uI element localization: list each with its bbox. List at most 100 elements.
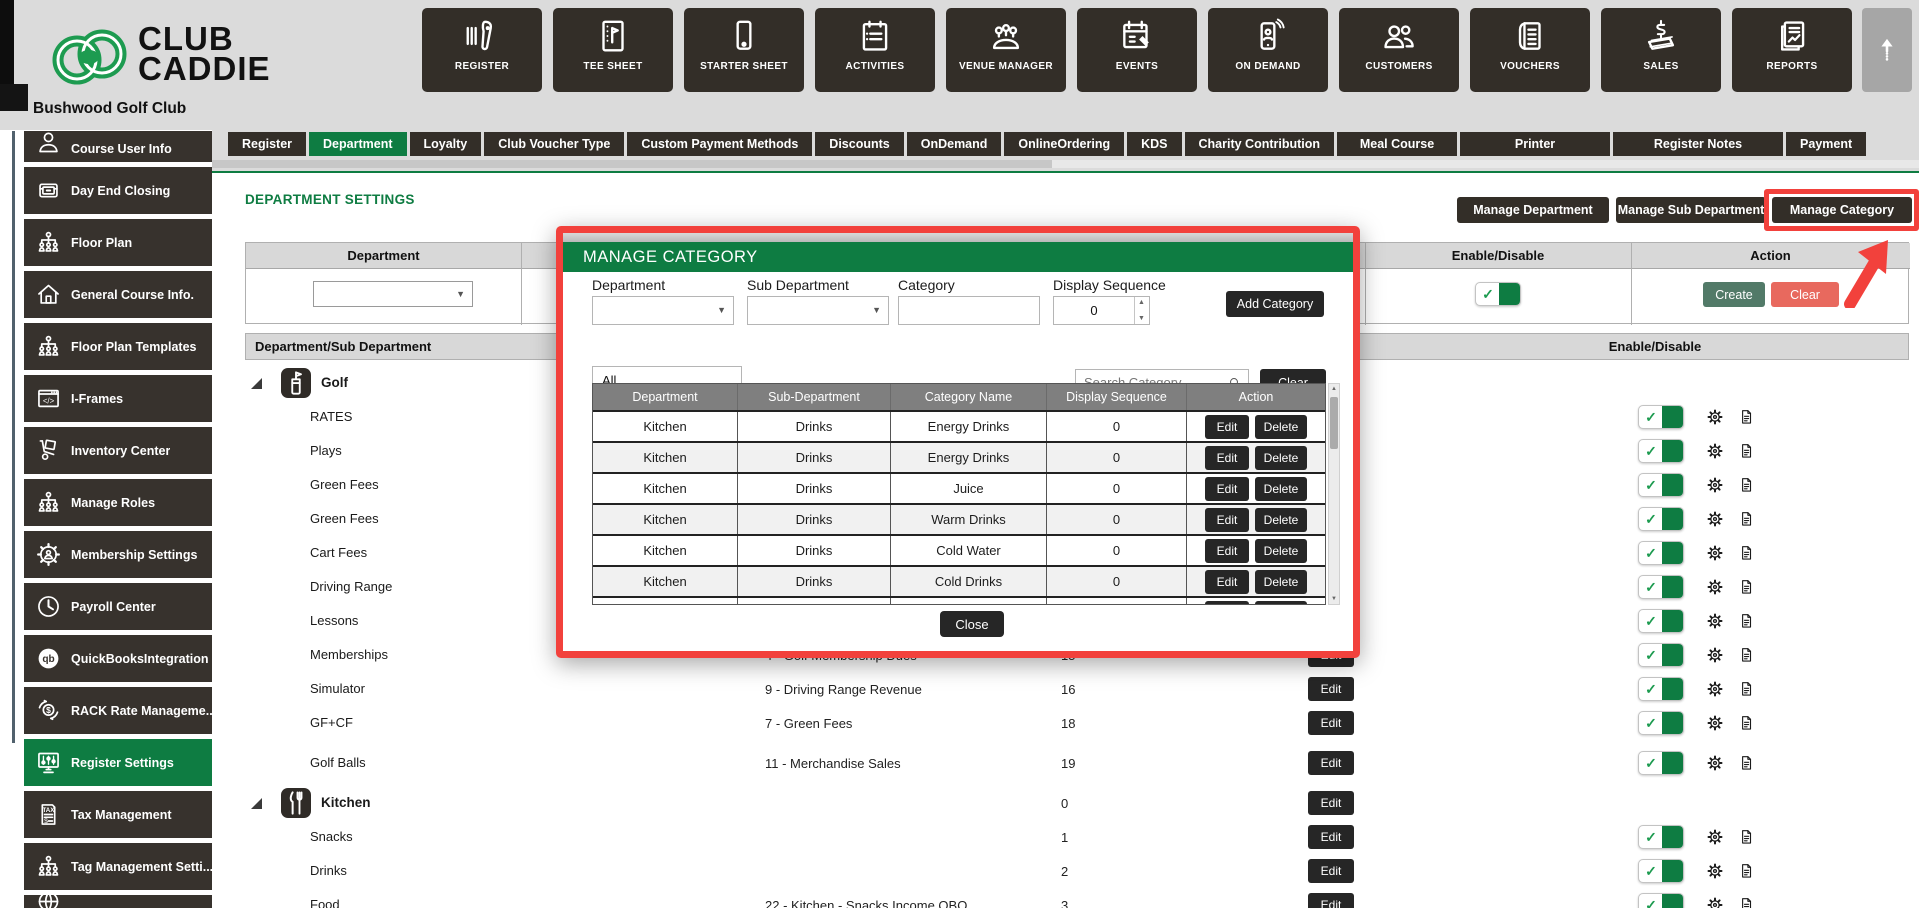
sidebar-item[interactable]: $ RACK Rate Manageme...: [24, 687, 212, 734]
sidebar-item[interactable]: Membership Settings: [24, 531, 212, 578]
settings-tab[interactable]: Department: [309, 132, 407, 156]
gear-icon[interactable]: [1705, 407, 1725, 427]
gear-icon[interactable]: [1705, 509, 1725, 529]
toolbar-button[interactable]: REPORTS: [1732, 8, 1852, 92]
display-sequence-stepper[interactable]: 0 ▲ ▼: [1053, 296, 1150, 325]
enable-toggle[interactable]: ✓: [1638, 405, 1684, 429]
edit-button[interactable]: Edit: [1205, 600, 1249, 604]
tree-item-label[interactable]: GF+CF: [310, 715, 353, 730]
table-scrollbar[interactable]: ▲ ▼: [1328, 383, 1340, 605]
gear-icon[interactable]: [1705, 679, 1725, 699]
enable-toggle[interactable]: ✓: [1638, 751, 1684, 775]
settings-tab[interactable]: Loyalty: [409, 132, 482, 156]
edit-button[interactable]: Edit: [1308, 711, 1354, 735]
sidebar-item[interactable]: </> I-Frames: [24, 375, 212, 422]
department-select[interactable]: ▼: [313, 281, 473, 307]
settings-tab[interactable]: Payment: [1786, 132, 1867, 156]
copy-page-icon[interactable]: [1737, 544, 1755, 562]
settings-tab[interactable]: Register: [228, 132, 307, 156]
edit-button[interactable]: Edit: [1308, 751, 1354, 775]
settings-tab[interactable]: Printer: [1460, 132, 1611, 156]
toolbar-button[interactable]: VOUCHERS: [1470, 8, 1590, 92]
enable-toggle[interactable]: ✓: [1638, 575, 1684, 599]
tree-item-label[interactable]: Simulator: [310, 681, 365, 696]
modal-sub-department-select[interactable]: ▼: [747, 296, 889, 325]
delete-button[interactable]: Delete: [1255, 600, 1307, 604]
edit-button[interactable]: Edit: [1308, 825, 1354, 849]
copy-page-icon[interactable]: [1737, 578, 1755, 596]
copy-page-icon[interactable]: [1737, 896, 1755, 908]
delete-button[interactable]: Delete: [1255, 445, 1307, 470]
sidebar-item[interactable]: Course User Info: [24, 131, 212, 162]
gear-icon[interactable]: [1705, 611, 1725, 631]
gear-icon[interactable]: [1705, 543, 1725, 563]
scroll-up-icon[interactable]: ▲: [1329, 386, 1339, 392]
copy-page-icon[interactable]: [1737, 828, 1755, 846]
modal-department-select[interactable]: ▼: [592, 296, 734, 325]
delete-button[interactable]: Delete: [1255, 569, 1307, 594]
copy-page-icon[interactable]: [1737, 476, 1755, 494]
tabs-scrollbar-thumb[interactable]: [212, 160, 1052, 168]
tree-item-label[interactable]: Kitchen: [321, 795, 371, 810]
close-button[interactable]: Close: [940, 611, 1004, 637]
gear-icon[interactable]: [1705, 753, 1725, 773]
enable-toggle[interactable]: ✓: [1638, 677, 1684, 701]
scroll-top-button[interactable]: [1862, 8, 1912, 92]
table-scrollbar-thumb[interactable]: [1330, 397, 1338, 449]
sidebar-item[interactable]: TAX $ Tax Management: [24, 791, 212, 838]
gear-icon[interactable]: [1705, 827, 1725, 847]
edit-button[interactable]: Edit: [1308, 791, 1354, 815]
toolbar-button[interactable]: ON DEMAND: [1208, 8, 1328, 92]
enable-toggle[interactable]: ✓: [1638, 825, 1684, 849]
enable-toggle[interactable]: ✓: [1638, 609, 1684, 633]
settings-tab[interactable]: Charity Contribution: [1184, 132, 1335, 156]
sidebar-item[interactable]: General Course Info.: [24, 271, 212, 318]
copy-page-icon[interactable]: [1737, 862, 1755, 880]
edit-button[interactable]: Edit: [1205, 414, 1249, 439]
settings-tab[interactable]: Discounts: [815, 132, 904, 156]
settings-tab[interactable]: Custom Payment Methods: [627, 132, 813, 156]
copy-page-icon[interactable]: [1737, 442, 1755, 460]
manage-category-button[interactable]: Manage Category: [1772, 197, 1912, 223]
settings-tab[interactable]: KDS: [1127, 132, 1182, 156]
tree-item-label[interactable]: Golf: [321, 375, 348, 390]
tree-item-label[interactable]: Plays: [310, 443, 342, 458]
enable-toggle[interactable]: ✓: [1638, 473, 1684, 497]
toolbar-button[interactable]: TEE SHEET: [553, 8, 673, 92]
create-button[interactable]: Create: [1703, 282, 1765, 307]
toolbar-button[interactable]: CUSTOMERS: [1339, 8, 1459, 92]
settings-tab[interactable]: Club Voucher Type: [484, 132, 625, 156]
delete-button[interactable]: Delete: [1255, 507, 1307, 532]
enable-toggle[interactable]: ✓: [1475, 282, 1521, 306]
tree-item-label[interactable]: Green Fees: [310, 511, 379, 526]
sidebar-item[interactable]: [24, 895, 212, 908]
enable-toggle[interactable]: ✓: [1638, 439, 1684, 463]
settings-tab[interactable]: OnlineOrdering: [1004, 132, 1125, 156]
gear-icon[interactable]: [1705, 645, 1725, 665]
gear-icon[interactable]: [1705, 895, 1725, 908]
delete-button[interactable]: Delete: [1255, 476, 1307, 501]
delete-button[interactable]: Delete: [1255, 414, 1307, 439]
sidebar-item[interactable]: Tag Management Setti...: [24, 843, 212, 890]
edit-button[interactable]: Edit: [1205, 476, 1249, 501]
edit-button[interactable]: Edit: [1205, 569, 1249, 594]
settings-tab[interactable]: OnDemand: [906, 132, 1002, 156]
gear-icon[interactable]: [1705, 577, 1725, 597]
sidebar-item[interactable]: qb QuickBooksIntegration: [24, 635, 212, 682]
edit-button[interactable]: Edit: [1205, 538, 1249, 563]
tree-item-label[interactable]: Green Fees: [310, 477, 379, 492]
sidebar-item[interactable]: Manage Roles: [24, 479, 212, 526]
enable-toggle[interactable]: ✓: [1638, 893, 1684, 908]
tree-item-label[interactable]: Drinks: [310, 863, 347, 878]
enable-toggle[interactable]: ✓: [1638, 643, 1684, 667]
add-category-button[interactable]: Add Category: [1226, 291, 1324, 317]
delete-button[interactable]: Delete: [1255, 538, 1307, 563]
copy-page-icon[interactable]: [1737, 646, 1755, 664]
sidebar-item[interactable]: Day End Closing: [24, 167, 212, 214]
tree-item-label[interactable]: Memberships: [310, 647, 388, 662]
enable-toggle[interactable]: ✓: [1638, 859, 1684, 883]
tree-item-label[interactable]: Food: [310, 897, 340, 908]
tabs-scrollbar[interactable]: [212, 160, 1919, 168]
expand-triangle-icon[interactable]: [251, 798, 262, 809]
manage-department-button[interactable]: Manage Department: [1457, 197, 1609, 223]
